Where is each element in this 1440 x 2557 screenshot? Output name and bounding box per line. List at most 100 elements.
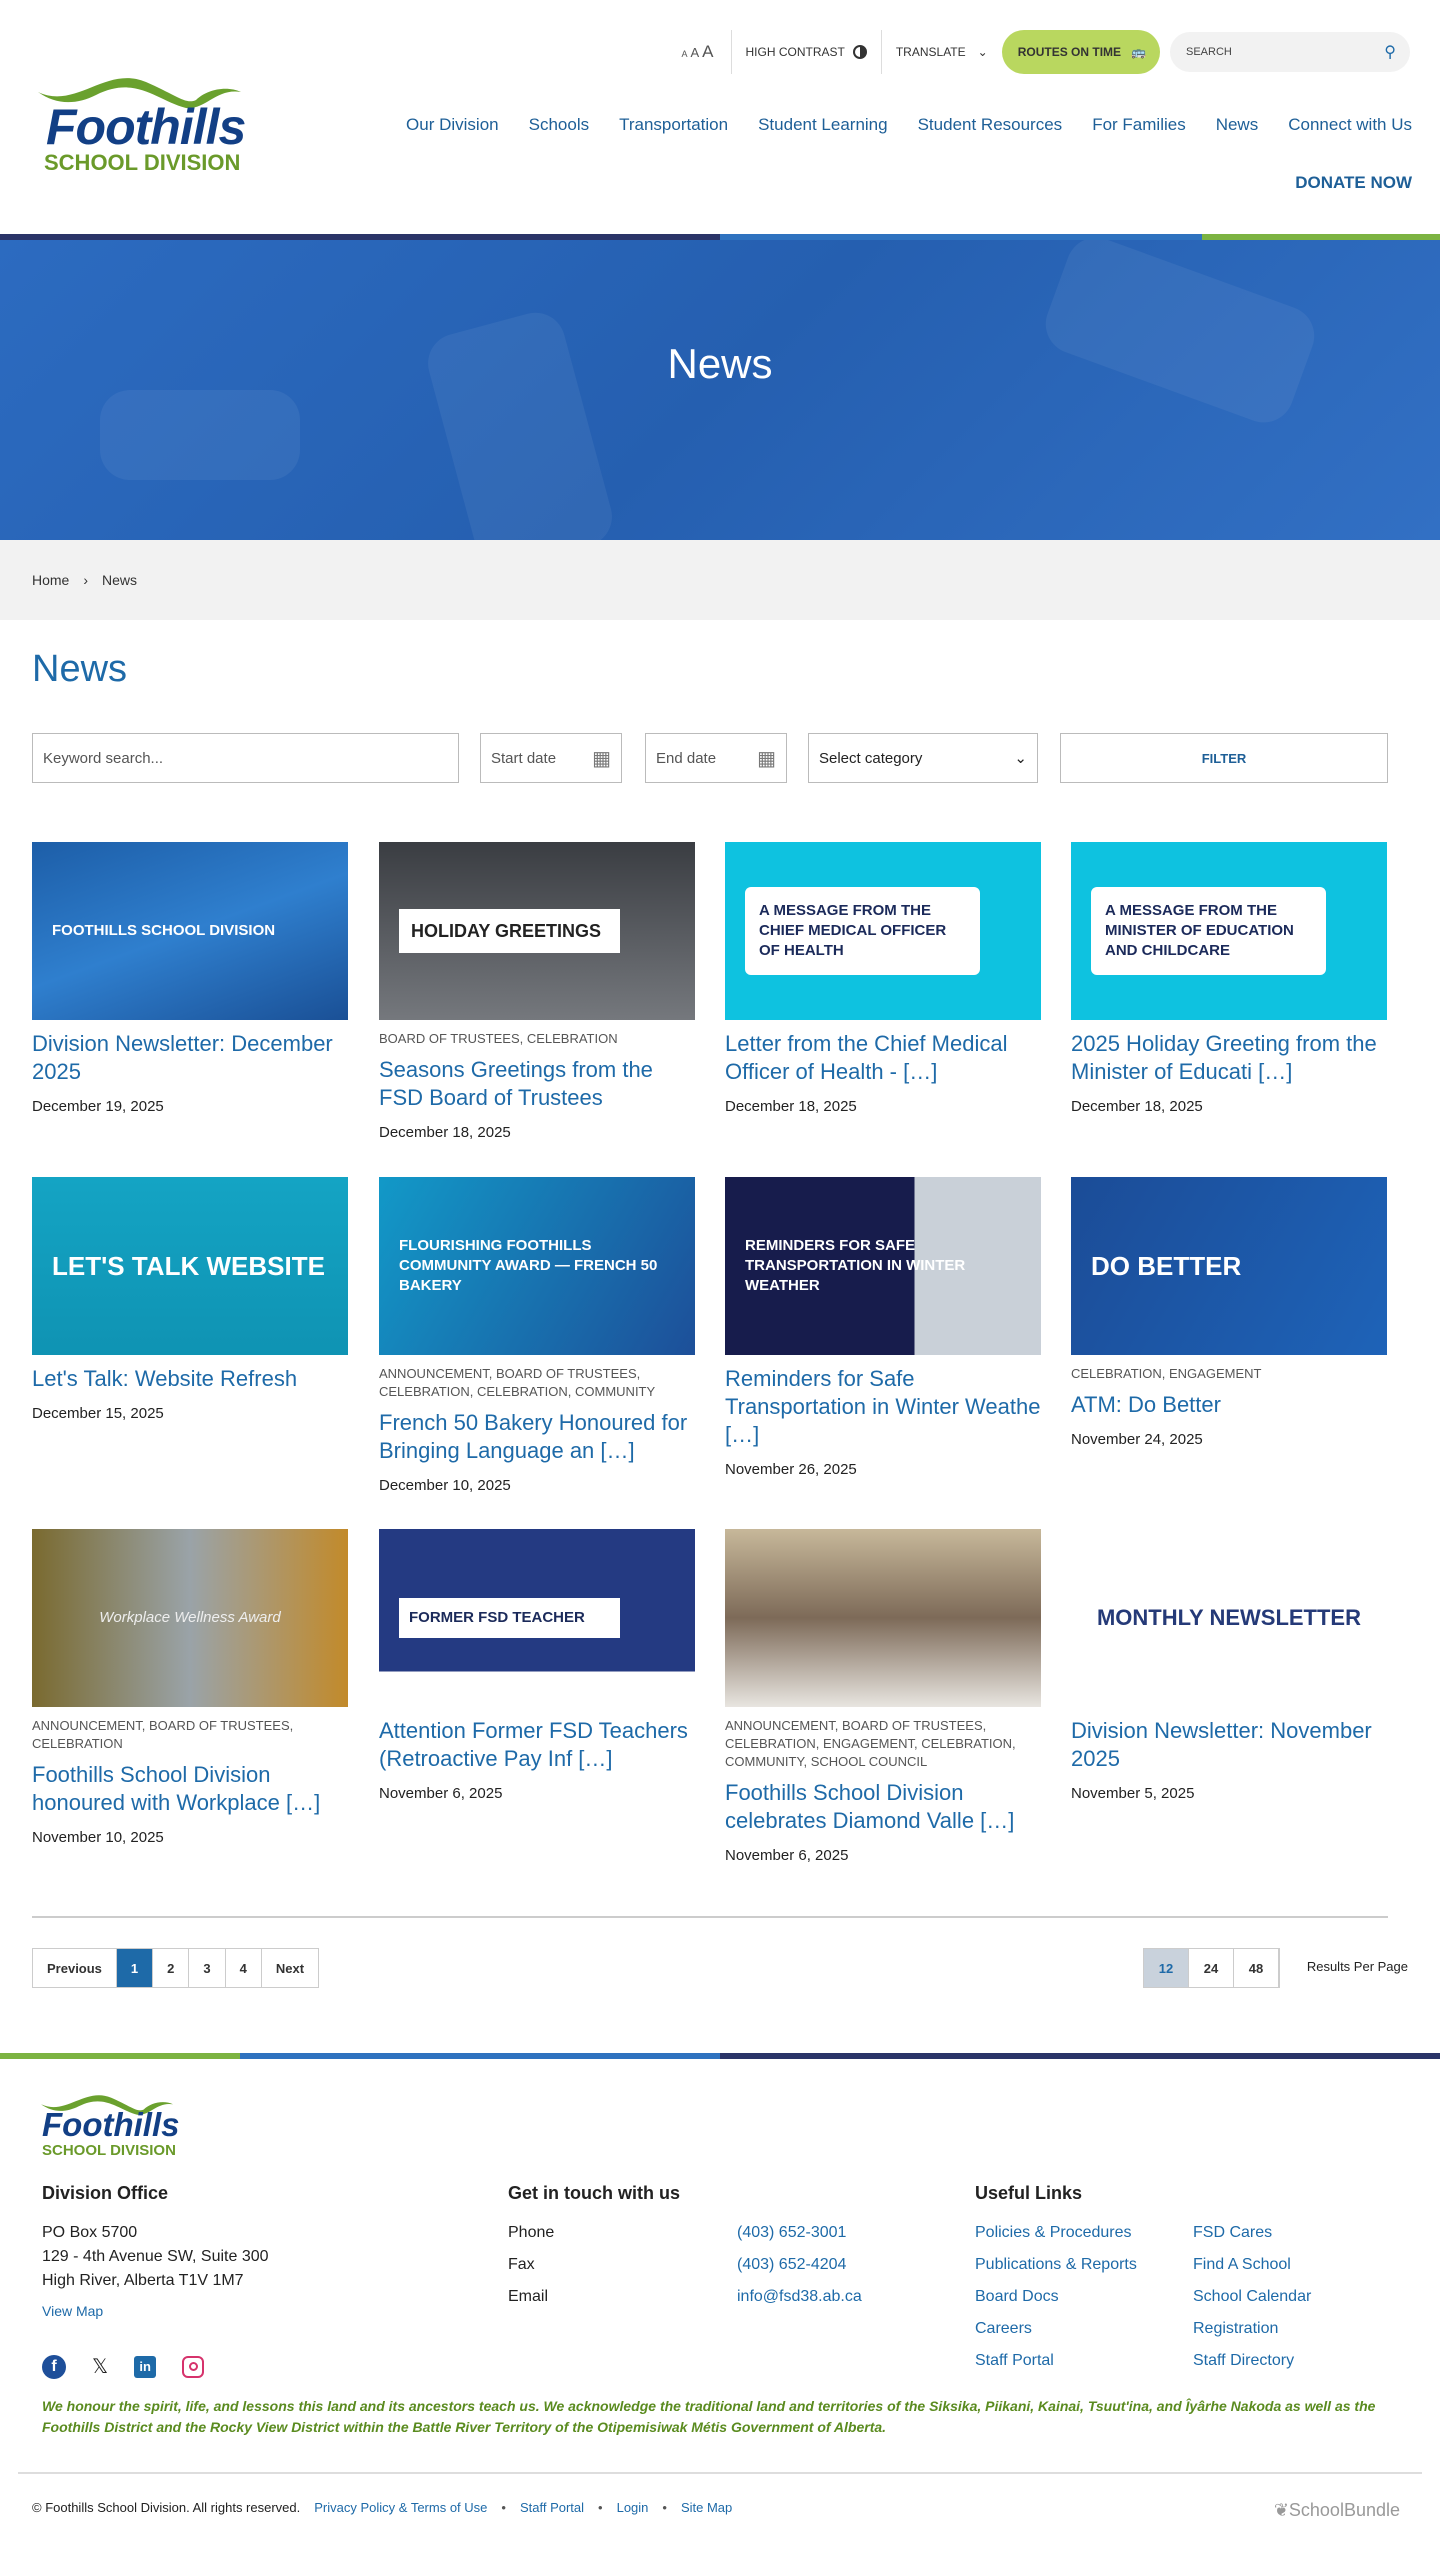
news-card[interactable]: REMINDERS FOR SAFE TRANSPORTATION IN WIN… bbox=[725, 1177, 1041, 1478]
news-card-image[interactable]: MONTHLY NEWSLETTER bbox=[1071, 1529, 1387, 1707]
login-link[interactable]: Login bbox=[617, 2500, 649, 2515]
news-card-image[interactable]: REMINDERS FOR SAFE TRANSPORTATION IN WIN… bbox=[725, 1177, 1041, 1355]
news-card-title[interactable]: Letter from the Chief Medical Officer of… bbox=[725, 1030, 1041, 1086]
per-page-selector: 12 24 48 bbox=[1143, 1948, 1280, 1988]
news-card-title[interactable]: Attention Former FSD Teachers (Retroacti… bbox=[379, 1717, 695, 1773]
news-card-title[interactable]: Division Newsletter: December 2025 bbox=[32, 1030, 348, 1086]
start-date-input[interactable]: Start date ▦ bbox=[480, 733, 622, 783]
nav-student-resources[interactable]: Student Resources bbox=[918, 115, 1063, 135]
per-page-24[interactable]: 24 bbox=[1189, 1949, 1234, 1987]
page-4-button[interactable]: 4 bbox=[226, 1949, 262, 1987]
contact-value-link[interactable]: (403) 652-3001 bbox=[737, 2221, 846, 2245]
useful-link[interactable]: Policies & Procedures bbox=[975, 2221, 1132, 2245]
schoolbundle-logo[interactable]: ❦SchoolBundle bbox=[1274, 2500, 1400, 2521]
news-card[interactable]: Workplace Wellness Award ANNOUNCEMENT, BO… bbox=[32, 1529, 348, 1846]
donate-button[interactable]: DONATE NOW bbox=[1295, 173, 1412, 193]
nav-schools[interactable]: Schools bbox=[529, 115, 589, 135]
useful-link[interactable]: Careers bbox=[975, 2317, 1032, 2341]
nav-transportation[interactable]: Transportation bbox=[619, 115, 728, 135]
font-small-button[interactable]: A bbox=[681, 49, 687, 59]
site-map-link[interactable]: Site Map bbox=[681, 2500, 732, 2515]
news-card-image[interactable] bbox=[725, 1529, 1041, 1707]
useful-link[interactable]: Publications & Reports bbox=[975, 2253, 1137, 2277]
news-card-image[interactable]: DO BETTER bbox=[1071, 1177, 1387, 1355]
translate-dropdown[interactable]: TRANSLATE ⌄ bbox=[896, 45, 988, 59]
end-date-input[interactable]: End date ▦ bbox=[645, 733, 787, 783]
news-card[interactable]: A MESSAGE FROM THE MINISTER OF EDUCATION… bbox=[1071, 842, 1387, 1115]
nav-our-division[interactable]: Our Division bbox=[406, 115, 499, 135]
page-3-button[interactable]: 3 bbox=[189, 1949, 226, 1987]
search-icon[interactable]: ⚲ bbox=[1384, 42, 1396, 62]
page-1-button[interactable]: 1 bbox=[116, 1949, 154, 1987]
footer-heading: Division Office bbox=[42, 2183, 169, 2203]
high-contrast-toggle[interactable]: HIGH CONTRAST bbox=[746, 45, 867, 59]
useful-link[interactable]: FSD Cares bbox=[1193, 2221, 1272, 2245]
page-2-button[interactable]: 2 bbox=[153, 1949, 190, 1987]
news-card-title[interactable]: ATM: Do Better bbox=[1071, 1391, 1387, 1419]
news-card[interactable]: ANNOUNCEMENT, BOARD OF TRUSTEES, CELEBRA… bbox=[725, 1529, 1041, 1864]
news-card-title[interactable]: French 50 Bakery Honoured for Bringing L… bbox=[379, 1409, 695, 1465]
news-card[interactable]: LET'S TALK WEBSITE Let's Talk: Website Re… bbox=[32, 1177, 348, 1422]
news-card[interactable]: HOLIDAY GREETINGS BOARD OF TRUSTEES, CELE… bbox=[379, 842, 695, 1141]
news-card-image[interactable]: HOLIDAY GREETINGS bbox=[379, 842, 695, 1020]
news-card[interactable]: FOOTHILLS SCHOOL DIVISION Division Newsle… bbox=[32, 842, 348, 1115]
nav-student-learning[interactable]: Student Learning bbox=[758, 115, 888, 135]
news-card[interactable]: MONTHLY NEWSLETTER Division Newsletter: N… bbox=[1071, 1529, 1387, 1802]
search-input[interactable]: SEARCH ⚲ bbox=[1170, 32, 1410, 72]
news-card-image[interactable]: A MESSAGE FROM THE CHIEF MEDICAL OFFICER… bbox=[725, 842, 1041, 1020]
news-card-title[interactable]: Foothills School Division honoured with … bbox=[32, 1761, 348, 1817]
news-card[interactable]: FORMER FSD TEACHER Attention Former FSD T… bbox=[379, 1529, 695, 1802]
address: PO Box 5700 129 - 4th Avenue SW, Suite 3… bbox=[42, 2224, 269, 2289]
filter-button[interactable]: FILTER bbox=[1060, 733, 1388, 783]
nav-connect[interactable]: Connect with Us bbox=[1288, 115, 1412, 135]
view-map-link[interactable]: View Map bbox=[42, 2303, 103, 2319]
useful-link[interactable]: Staff Directory bbox=[1193, 2349, 1294, 2373]
useful-link[interactable]: Staff Portal bbox=[975, 2349, 1054, 2373]
font-size-controls[interactable]: AAA bbox=[681, 42, 716, 62]
news-card[interactable]: DO BETTER CELEBRATION, ENGAGEMENT ATM: Do … bbox=[1071, 1177, 1387, 1448]
news-card-image[interactable]: LET'S TALK WEBSITE bbox=[32, 1177, 348, 1355]
news-card-title[interactable]: 2025 Holiday Greeting from the Minister … bbox=[1071, 1030, 1387, 1086]
news-card-image[interactable]: FLOURISHING FOOTHILLS COMMUNITY AWARD — … bbox=[379, 1177, 695, 1355]
routes-on-time-button[interactable]: ROUTES ON TIME 🚌 bbox=[1001, 30, 1160, 74]
news-card-image[interactable]: FORMER FSD TEACHER bbox=[379, 1529, 695, 1707]
staff-portal-link[interactable]: Staff Portal bbox=[520, 2500, 584, 2515]
news-card[interactable]: A MESSAGE FROM THE CHIEF MEDICAL OFFICER… bbox=[725, 842, 1041, 1115]
breadcrumb-home[interactable]: Home bbox=[32, 572, 69, 588]
keyword-search-input[interactable]: Keyword search... bbox=[32, 733, 459, 783]
news-card-image[interactable]: Workplace Wellness Award bbox=[32, 1529, 348, 1707]
news-card-title[interactable]: Seasons Greetings from the FSD Board of … bbox=[379, 1056, 695, 1112]
site-logo[interactable]: Foothills SCHOOL DIVISION bbox=[28, 70, 268, 175]
news-card-title[interactable]: Foothills School Division celebrates Dia… bbox=[725, 1779, 1041, 1835]
nav-for-families[interactable]: For Families bbox=[1092, 115, 1186, 135]
font-medium-button[interactable]: A bbox=[690, 45, 699, 60]
useful-link[interactable]: Board Docs bbox=[975, 2285, 1059, 2309]
per-page-12[interactable]: 12 bbox=[1144, 1949, 1189, 1987]
privacy-link[interactable]: Privacy Policy & Terms of Use bbox=[314, 2500, 487, 2515]
news-card-image[interactable]: FOOTHILLS SCHOOL DIVISION bbox=[32, 842, 348, 1020]
news-card[interactable]: FLOURISHING FOOTHILLS COMMUNITY AWARD — … bbox=[379, 1177, 695, 1494]
linkedin-icon[interactable]: in bbox=[134, 2355, 157, 2378]
news-card-title[interactable]: Let's Talk: Website Refresh bbox=[32, 1365, 348, 1393]
news-card-date: December 19, 2025 bbox=[32, 1098, 164, 1115]
instagram-icon[interactable] bbox=[182, 2355, 205, 2378]
next-page-button[interactable]: Next bbox=[262, 1949, 318, 1987]
category-select[interactable]: Select category ⌄ bbox=[808, 733, 1038, 783]
news-card-title[interactable]: Reminders for Safe Transportation in Win… bbox=[725, 1365, 1041, 1449]
useful-link[interactable]: Registration bbox=[1193, 2317, 1278, 2341]
useful-link[interactable]: School Calendar bbox=[1193, 2285, 1311, 2309]
facebook-icon[interactable]: f bbox=[42, 2354, 66, 2379]
contact-value-link[interactable]: (403) 652-4204 bbox=[737, 2253, 846, 2277]
x-twitter-icon[interactable]: 𝕏 bbox=[92, 2354, 108, 2379]
previous-page-button[interactable]: Previous bbox=[33, 1949, 117, 1987]
useful-link[interactable]: Find A School bbox=[1193, 2253, 1291, 2277]
news-card-date: December 18, 2025 bbox=[379, 1124, 511, 1141]
footer-logo[interactable]: Foothills SCHOOL DIVISION bbox=[34, 2090, 214, 2160]
font-large-button[interactable]: A bbox=[702, 42, 713, 61]
per-page-48[interactable]: 48 bbox=[1234, 1949, 1279, 1987]
contact-value-link[interactable]: info@fsd38.ab.ca bbox=[737, 2285, 862, 2309]
nav-news[interactable]: News bbox=[1216, 115, 1259, 135]
chevron-down-icon: ⌄ bbox=[977, 45, 988, 59]
news-card-title[interactable]: Division Newsletter: November 2025 bbox=[1071, 1717, 1387, 1773]
news-card-image[interactable]: A MESSAGE FROM THE MINISTER OF EDUCATION… bbox=[1071, 842, 1387, 1020]
